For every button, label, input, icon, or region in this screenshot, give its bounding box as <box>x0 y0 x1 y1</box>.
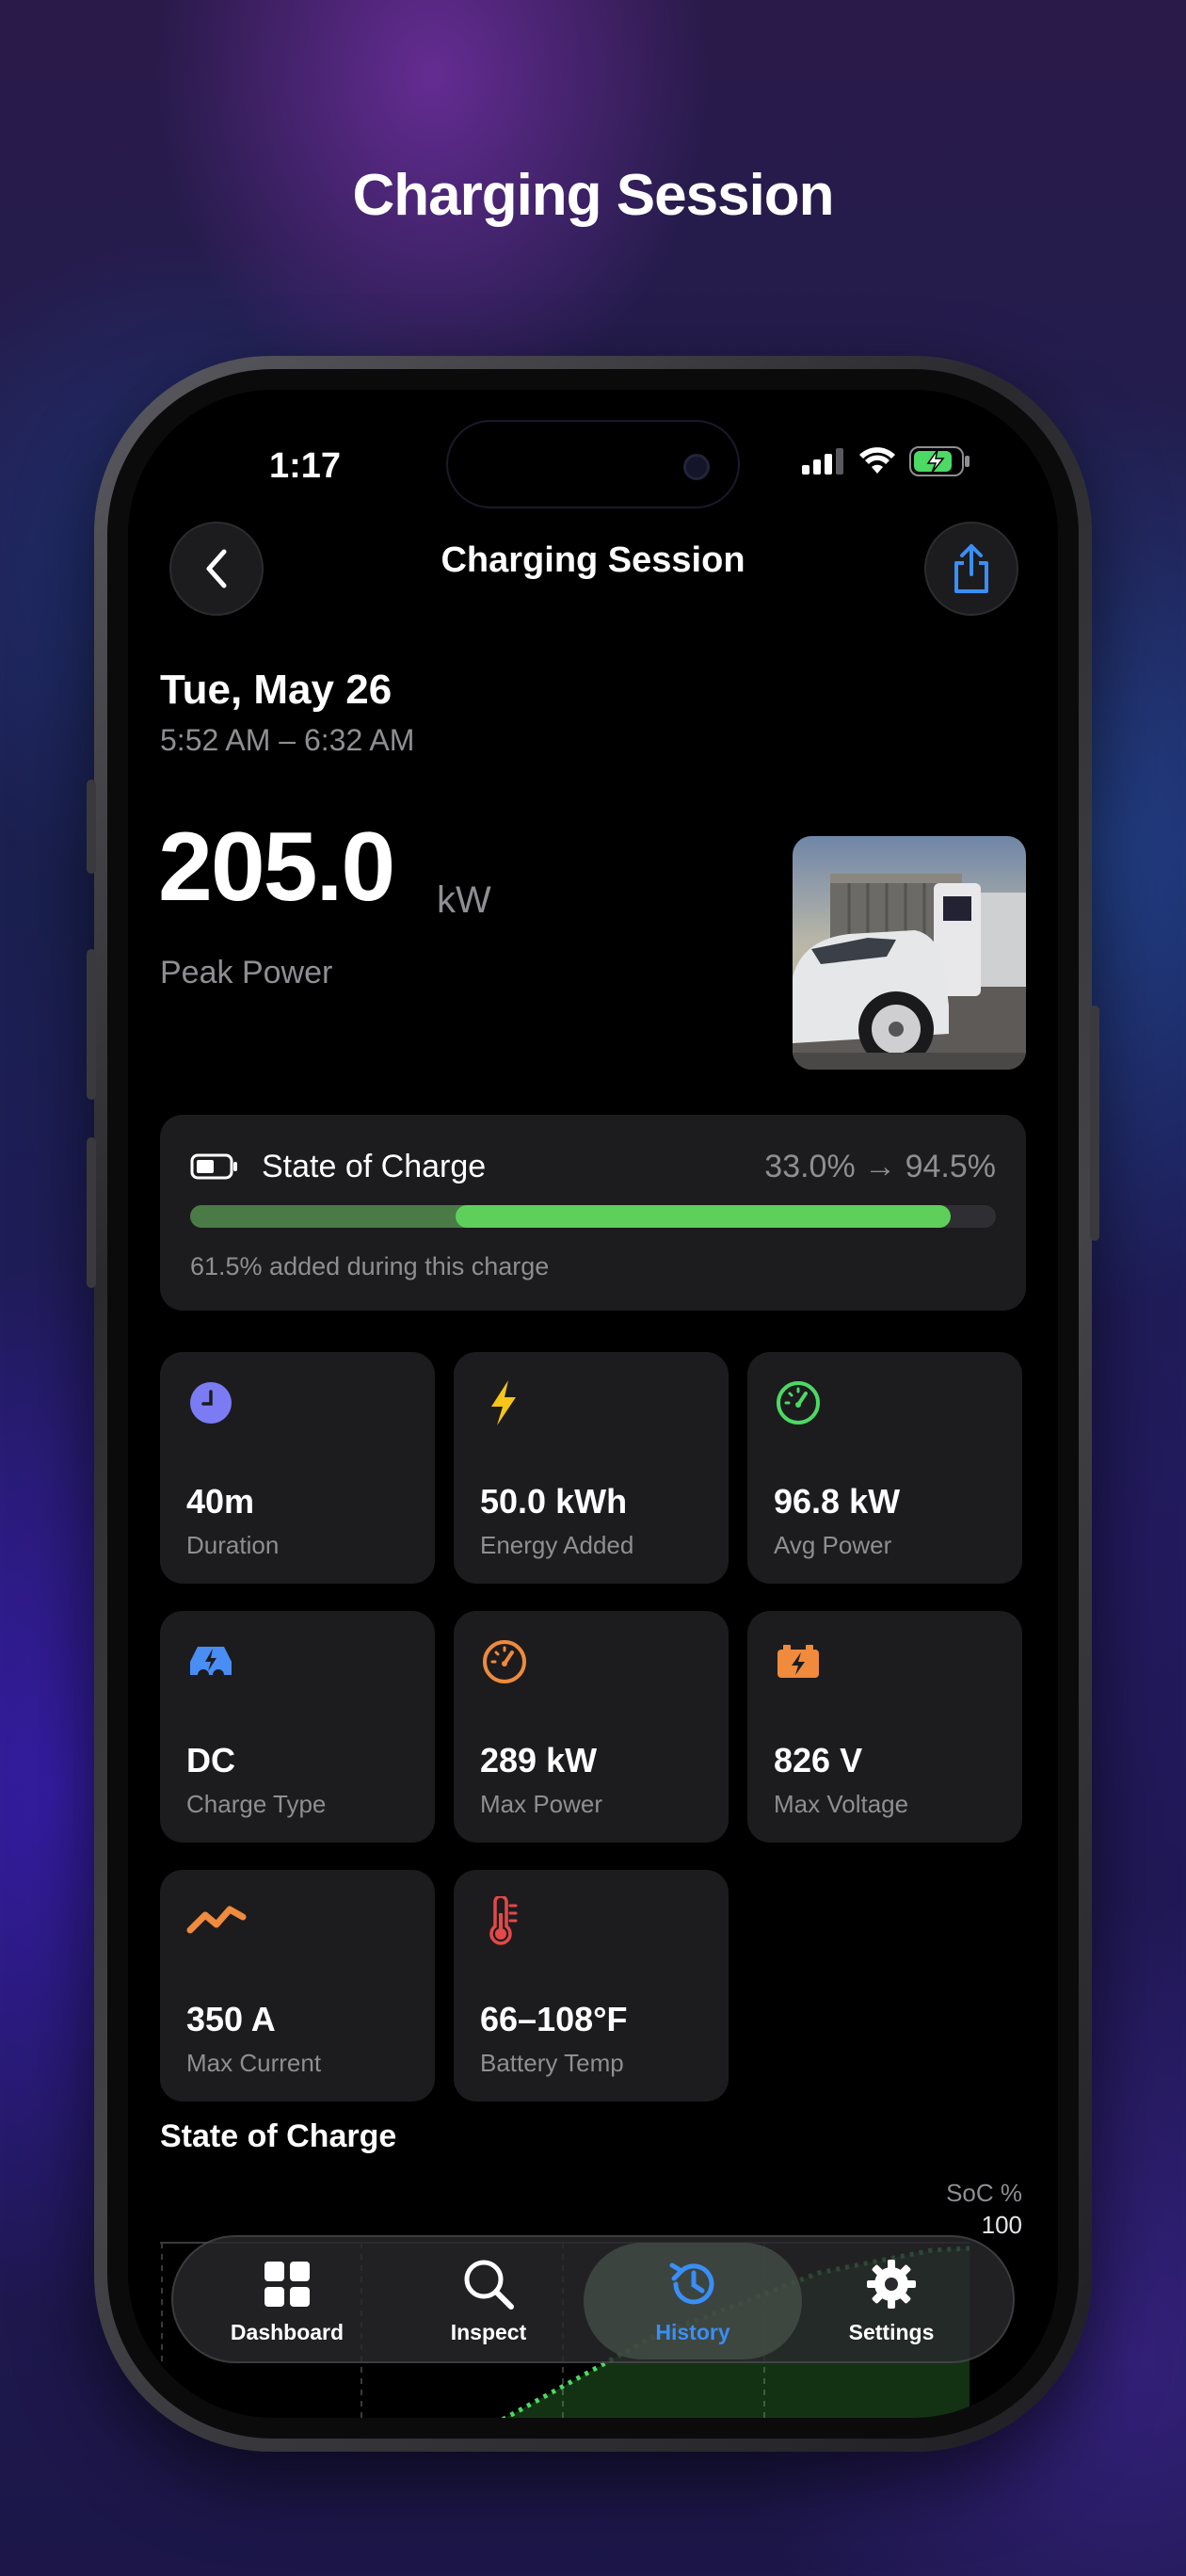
volume-up-button <box>87 949 96 1100</box>
stat-card-energy-added: 50.0 kWh Energy Added <box>454 1352 729 1584</box>
tab-label: Inspect <box>450 2320 527 2344</box>
battery-icon <box>190 1153 237 1180</box>
gauge-icon <box>483 1640 526 1683</box>
tab-settings[interactable]: Settings <box>791 2237 992 2365</box>
stat-card-avg-power: 96.8 kW Avg Power <box>747 1352 1022 1584</box>
stat-label: Max Voltage <box>774 1790 909 1818</box>
stat-label: Max Current <box>186 2049 322 2077</box>
soc-title: State of Charge <box>262 1149 487 1184</box>
tab-dashboard[interactable]: Dashboard <box>186 2237 388 2365</box>
peak-power-value: 205.0 <box>158 813 395 922</box>
state-of-charge-card: State of Charge 33.0% → 94.5% 61.5% adde… <box>160 1115 1026 1311</box>
stat-value: 40m <box>186 1482 255 1521</box>
session-time-range: 5:52 AM – 6:32 AM <box>160 723 415 757</box>
page-title: Charging Session <box>352 163 834 228</box>
stat-value: 96.8 kW <box>774 1482 901 1521</box>
tab-history[interactable]: History <box>584 2237 802 2365</box>
soc-range: 33.0% → 94.5% <box>764 1149 996 1184</box>
stat-card-charge-type: DC Charge Type <box>160 1611 435 1843</box>
soc-start-fill <box>190 1205 467 1228</box>
wifi-icon <box>859 447 895 474</box>
stat-label: Energy Added <box>480 1531 634 1559</box>
tab-label: Dashboard <box>230 2320 345 2344</box>
chart-section-title: State of Charge <box>160 2118 397 2154</box>
thermometer-icon <box>489 1896 518 1945</box>
share-button[interactable] <box>924 522 1018 616</box>
stat-card-max-power: 289 kW Max Power <box>454 1611 729 1843</box>
volume-down-button <box>87 1137 96 1288</box>
stat-value: 66–108°F <box>480 2000 628 2038</box>
peak-power-label: Peak Power <box>160 955 333 990</box>
stat-label: Duration <box>186 1531 280 1559</box>
stat-value: 350 A <box>186 2000 276 2038</box>
y-tick-label: 100 <box>982 2211 1022 2239</box>
stat-value: 289 kW <box>480 1741 598 1779</box>
dynamic-island <box>446 420 740 508</box>
y-axis-label: SoC % <box>946 2179 1022 2207</box>
car-bolt-icon <box>190 1647 232 1675</box>
app-screen: 1:17 Charging Session Tue, May 26 5:52 A… <box>128 390 1058 2418</box>
charging-station-photo[interactable] <box>793 836 1026 1070</box>
soc-progress-bar <box>190 1205 996 1228</box>
soc-note: 61.5% added during this charge <box>190 1252 550 1280</box>
grid-icon <box>264 2262 310 2307</box>
status-time: 1:17 <box>269 446 342 486</box>
battery-bolt-icon <box>777 1645 819 1678</box>
stat-card-max-voltage: 826 V Max Voltage <box>747 1611 1022 1843</box>
tab-bar: Dashboard Inspect History Settings <box>171 2235 1015 2363</box>
search-icon <box>464 2260 514 2310</box>
battery-charging-icon <box>909 446 970 476</box>
stat-value: 50.0 kWh <box>480 1482 628 1521</box>
tab-label: Settings <box>848 2320 935 2344</box>
waveform-icon <box>186 1906 247 1934</box>
clock-icon <box>190 1382 232 1424</box>
action-button <box>87 780 96 874</box>
history-icon <box>669 2262 714 2305</box>
tab-inspect[interactable]: Inspect <box>388 2237 589 2365</box>
stat-value: 826 V <box>774 1741 863 1779</box>
stat-label: Battery Temp <box>480 2049 624 2077</box>
cellular-signal-icon <box>802 448 843 475</box>
stat-card-duration: 40m Duration <box>160 1352 435 1584</box>
phone-frame: 1:17 Charging Session Tue, May 26 5:52 A… <box>87 356 1099 2452</box>
stat-card-battery-temp: 66–108°F Battery Temp <box>454 1870 729 2101</box>
status-icons <box>802 446 971 476</box>
share-icon <box>954 544 988 593</box>
stat-card-max-current: 350 A Max Current <box>160 1870 435 2101</box>
stat-value: DC <box>186 1741 235 1779</box>
stat-label: Avg Power <box>774 1531 892 1559</box>
power-button <box>1090 1006 1099 1241</box>
stat-label: Charge Type <box>186 1790 327 1818</box>
stat-label: Max Power <box>480 1790 603 1818</box>
peak-power-unit: kW <box>437 879 491 921</box>
session-date: Tue, May 26 <box>160 667 393 713</box>
bolt-icon <box>491 1380 516 1425</box>
soc-added-fill <box>456 1205 951 1228</box>
speedometer-icon <box>777 1381 820 1425</box>
gear-icon <box>867 2260 916 2309</box>
tab-label: History <box>655 2320 730 2344</box>
nav-title: Charging Session <box>441 540 745 580</box>
